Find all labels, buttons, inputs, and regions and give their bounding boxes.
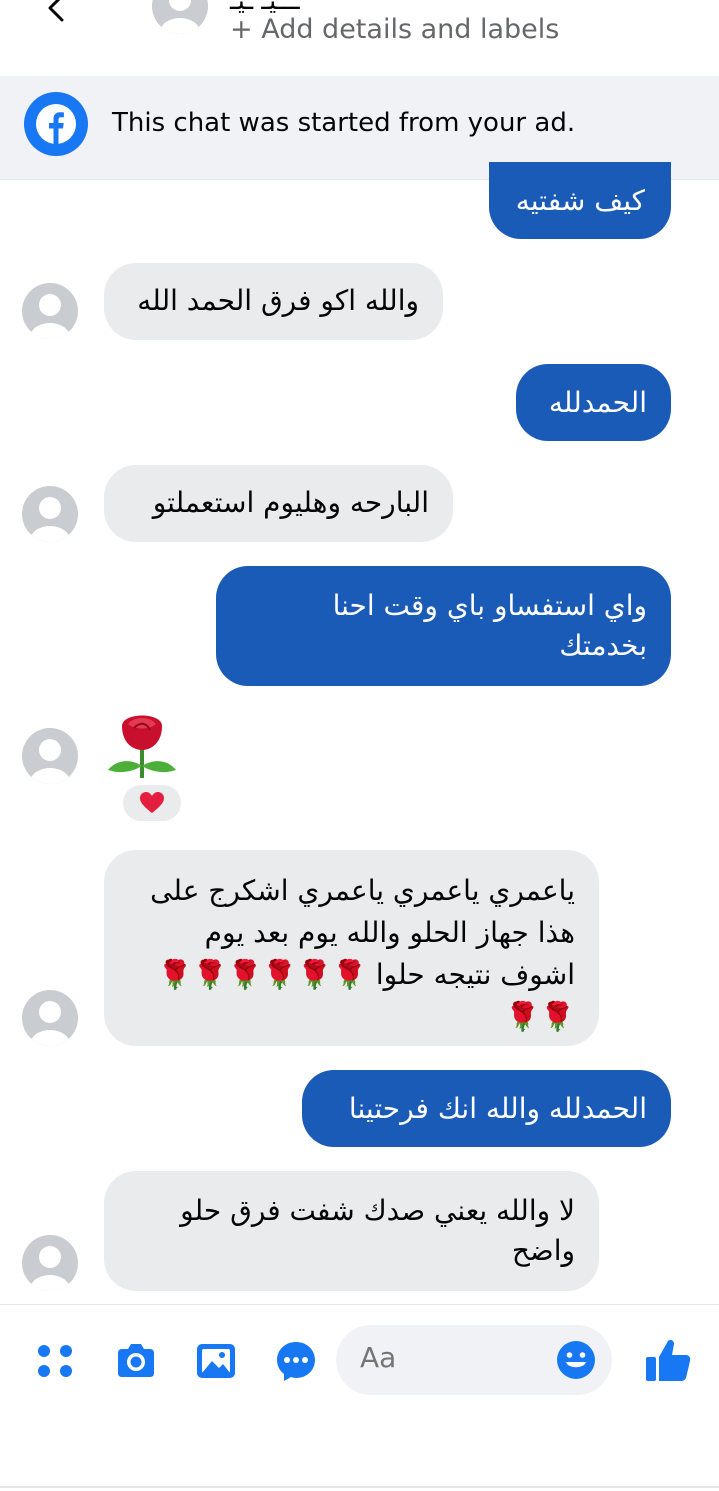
like-button[interactable]	[644, 1337, 692, 1385]
message-text: كيف شفتيه	[515, 184, 645, 217]
thumbs-up-icon	[646, 1340, 691, 1381]
message-text: والله اكو فرق الحمد الله	[137, 284, 419, 317]
rose-icon	[108, 715, 176, 778]
chat-bubble-icon	[277, 1342, 315, 1381]
contact-avatar[interactable]	[152, 0, 208, 34]
bottom-divider	[0, 1486, 719, 1488]
message-text: الحمدلله	[548, 386, 647, 419]
message-text-line: 🌹🌹	[505, 1000, 575, 1033]
message-composer	[0, 1304, 719, 1420]
chevron-left-icon	[48, 0, 64, 22]
message-input-container	[336, 1325, 612, 1395]
sender-avatar[interactable]	[22, 283, 78, 339]
apps-button[interactable]	[35, 1339, 79, 1383]
message-received[interactable]: والله اكو فرق الحمد الله	[104, 263, 443, 340]
sender-avatar[interactable]	[22, 486, 78, 542]
message-text-line: واضح	[511, 1234, 575, 1267]
message-text-line: واي استفساو باي وقت احنا	[332, 589, 647, 622]
message-input[interactable]	[360, 1341, 540, 1374]
message-text-line: اشوف نتيجه حلوا 🌹🌹🌹🌹🌹🌹	[157, 958, 575, 991]
gallery-icon	[197, 1344, 235, 1378]
message-sent[interactable]: الحمدلله والله انك فرحتينا	[302, 1070, 671, 1147]
smiley-icon	[557, 1341, 595, 1379]
camera-button[interactable]	[114, 1339, 158, 1383]
ad-banner-text: This chat was started from your ad.	[112, 108, 576, 138]
camera-icon	[118, 1344, 154, 1377]
heart-reaction[interactable]	[120, 782, 184, 824]
gallery-button[interactable]	[194, 1339, 238, 1383]
apps-icon	[38, 1345, 72, 1377]
message-text-line: بخدمتك	[559, 629, 647, 662]
message-text: البارحه وهليوم استعملتو	[152, 486, 429, 519]
message-text: الحمدلله والله انك فرحتينا	[348, 1092, 647, 1125]
message-sent[interactable]: واي استفساو باي وقت احنا بخدمتك	[216, 566, 671, 686]
message-received[interactable]: لا والله يعني صدك شفت فرق حلو واضح	[104, 1171, 599, 1291]
message-text-line: لا والله يعني صدك شفت فرق حلو	[180, 1194, 575, 1227]
back-button[interactable]	[40, 0, 76, 34]
message-text-line: ياعمري ياعمري ياعمري اشكرج على	[150, 874, 575, 907]
sender-avatar[interactable]	[22, 990, 78, 1046]
heart-icon	[140, 792, 164, 813]
add-details-link[interactable]: + Add details and labels	[230, 14, 559, 45]
chat-bubble-button[interactable]	[274, 1339, 318, 1383]
sender-avatar[interactable]	[22, 1235, 78, 1291]
message-received[interactable]: البارحه وهليوم استعملتو	[104, 465, 453, 542]
message-sent[interactable]: الحمدلله	[516, 364, 671, 441]
rose-emoji-message[interactable]	[104, 708, 180, 780]
facebook-icon	[24, 92, 88, 156]
message-text-line: هذا جهاز الحلو والله يوم بعد يوم	[204, 916, 575, 949]
sender-avatar[interactable]	[22, 728, 78, 784]
message-sent[interactable]: كيف شفتيه	[489, 162, 671, 239]
emoji-button[interactable]	[556, 1340, 596, 1380]
message-received[interactable]: ياعمري ياعمري ياعمري اشكرج على هذا جهاز …	[104, 850, 599, 1046]
conversation-header: ـــيـ ـيـ + Add details and labels	[0, 0, 719, 76]
